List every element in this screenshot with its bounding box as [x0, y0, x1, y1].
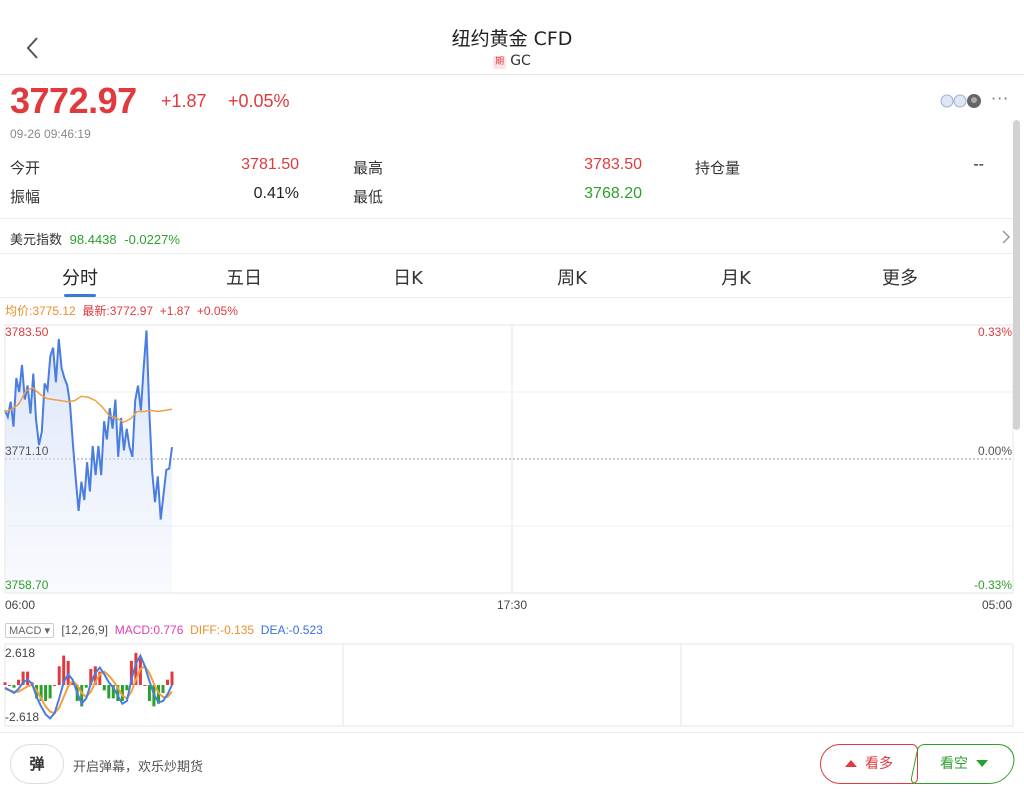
chevron-right-icon[interactable] — [1000, 228, 1012, 246]
divider — [0, 218, 1014, 219]
macd-bar — [125, 685, 129, 691]
macd-bar — [3, 682, 7, 685]
price-change-pct: +0.05% — [228, 91, 290, 111]
y-axis-top-label: 3783.50 — [5, 325, 49, 339]
intraday-legend: 均价:3775.12 最新:3772.97 +1.87 +0.05% — [5, 302, 238, 319]
bullish-button[interactable]: 看多 — [820, 744, 918, 784]
amplitude-value: 0.41% — [253, 185, 299, 202]
open-interest-label: 持仓量 — [695, 159, 741, 177]
latest-price-label: 最新:3772.97 — [82, 304, 154, 318]
macd-bar — [12, 685, 16, 688]
y-axis-right-top-label: 0.33% — [978, 325, 1012, 339]
avatar-group-icon[interactable] — [940, 93, 986, 109]
code-label: GC — [510, 53, 531, 69]
macd-bar — [170, 671, 174, 685]
y-axis-bottom-label: 3758.70 — [5, 578, 49, 592]
dollar-index-change: -0.0227% — [124, 232, 180, 247]
scrollbar[interactable] — [1013, 120, 1020, 430]
macd-bar — [17, 679, 20, 685]
danmaku-tip: 开启弹幕，欢乐炒期货 — [73, 760, 204, 775]
bearish-label: 看空 — [940, 756, 968, 772]
macd-bar — [147, 685, 151, 701]
x-axis-start-label: 06:00 — [5, 598, 35, 612]
macd-bar — [48, 685, 52, 699]
open-value: 3781.50 — [241, 156, 299, 173]
macd-bar — [102, 685, 106, 691]
high-label: 最高 — [353, 159, 384, 177]
y-axis-right-mid-label: 0.00% — [978, 444, 1012, 458]
macd-bottom-label: -2.618 — [5, 710, 39, 724]
macd-bar — [143, 685, 147, 686]
dea-value: DEA:-0.523 — [260, 623, 323, 637]
active-tab-indicator — [64, 294, 96, 297]
contract-code: 期 GC — [0, 53, 1024, 69]
dollar-index-label: 美元指数 — [10, 232, 63, 247]
arrow-up-icon — [845, 760, 857, 767]
macd-bar — [161, 685, 165, 693]
danmaku-icon: 弹 — [29, 755, 45, 773]
high-value: 3783.50 — [584, 156, 642, 173]
macd-bar — [8, 685, 11, 686]
macd-top-label: 2.618 — [5, 646, 35, 660]
open-label: 今开 — [10, 159, 41, 177]
tab-daily-k[interactable]: 日K — [348, 264, 468, 290]
legend-change-pct: +0.05% — [196, 304, 238, 318]
tab-monthly-k[interactable]: 月K — [676, 264, 796, 290]
danmaku-toggle-button[interactable]: 弹 — [10, 744, 64, 784]
bullish-label: 看多 — [865, 756, 893, 772]
last-price: 3772.97 — [10, 80, 137, 121]
y-axis-right-bottom-label: -0.33% — [974, 578, 1012, 592]
macd-params: [12,26,9] — [61, 623, 109, 637]
macd-frame — [4, 643, 1014, 727]
macd-bar — [107, 685, 111, 699]
macd-bar — [44, 685, 48, 701]
period-tabs: 分时 五日 日K 周K 月K 更多 — [0, 254, 1014, 298]
dollar-index-value: 98.4438 — [69, 232, 117, 247]
macd-value: MACD:0.776 — [114, 623, 184, 637]
x-axis-end-label: 05:00 — [982, 598, 1012, 612]
open-interest-value: -- — [973, 156, 984, 173]
macd-bar — [166, 679, 169, 685]
diff-value: DIFF:-0.135 — [190, 623, 255, 637]
macd-bar — [84, 685, 88, 688]
more-options-icon[interactable]: ··· — [991, 89, 1009, 108]
x-axis-mid-label: 17:30 — [497, 598, 527, 612]
low-value: 3768.20 — [584, 185, 642, 202]
tab-weekly-k[interactable]: 周K — [512, 264, 632, 290]
bottom-bar: 弹 开启弹幕，欢乐炒期货 看多 看空 — [0, 732, 1024, 795]
tab-more[interactable]: 更多 — [840, 264, 960, 290]
indicator-selector[interactable]: MACD ▾ — [5, 623, 54, 638]
macd-legend: MACD ▾ [12,26,9] MACD:0.776 DIFF:-0.135 … — [5, 623, 323, 638]
intraday-chart[interactable]: 3783.50 3771.10 3758.70 0.33% 0.00% -0.3… — [0, 318, 1014, 618]
tab-five-day[interactable]: 五日 — [184, 264, 304, 290]
amplitude-label: 振幅 — [10, 188, 41, 206]
dollar-index-row[interactable]: 美元指数 98.4438 -0.0227% — [10, 229, 184, 248]
y-axis-mid-label: 3771.10 — [5, 444, 49, 458]
macd-bar — [26, 671, 30, 685]
low-label: 最低 — [353, 188, 384, 206]
macd-bar — [57, 666, 61, 685]
diff-line — [4, 653, 173, 720]
futures-badge: 期 — [493, 56, 507, 69]
nav-bar: 纽约黄金 CFD 期 GC — [0, 0, 1024, 75]
avg-price-label: 均价:3775.12 — [5, 304, 76, 318]
quote-time: 09-26 09:46:19 — [10, 127, 91, 141]
legend-change: +1.87 — [159, 304, 191, 318]
arrow-down-icon — [976, 760, 989, 767]
price-change: +1.87 — [161, 91, 207, 111]
macd-chart[interactable]: 2.618 -2.618 — [0, 642, 1014, 730]
macd-bar — [53, 685, 57, 686]
page-title: 纽约黄金 CFD — [451, 28, 573, 50]
bearish-button[interactable]: 看空 — [909, 744, 1019, 784]
tab-intraday[interactable]: 分时 — [20, 264, 140, 290]
